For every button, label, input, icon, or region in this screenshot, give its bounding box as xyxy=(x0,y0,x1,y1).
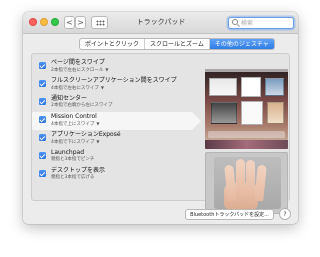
chevron-down-icon: ▼ xyxy=(100,85,104,90)
chevron-down-icon: ▼ xyxy=(96,139,100,144)
checkbox-swipe-fullscreen-apps[interactable] xyxy=(39,80,46,87)
hand-finger xyxy=(246,160,255,196)
preferences-window: < > トラックパッド 検索 ポイントとクリック スクロールとズーム その他のジ… xyxy=(23,12,298,224)
title-bar: < > トラックパッド 検索 xyxy=(23,12,298,34)
chevron-down-icon: ▼ xyxy=(96,121,100,126)
preview-wallpaper-strip xyxy=(205,140,288,149)
gesture-title: Launchpad xyxy=(51,149,85,156)
mission-control-preview-image xyxy=(205,69,288,149)
gesture-list: ページ間をスワイプ 2本指で左右にスクロール ▼ フルスクリーンアプリケーション間… xyxy=(32,58,201,184)
gesture-option-popup[interactable]: 4本指で左右にスワイプ ▼ xyxy=(51,85,104,92)
gesture-option-popup[interactable]: 2本指で左右にスクロール ▼ xyxy=(51,67,108,74)
tab-bar: ポイントとクリック スクロールとズーム その他のジェスチャ xyxy=(79,38,275,50)
gesture-item-mission-control[interactable]: Mission Control 4本指で上にスワイプ ▼ xyxy=(32,112,201,130)
chevron-down-icon: ▼ xyxy=(105,67,109,72)
gesture-title: 通知センター xyxy=(51,95,88,102)
minimize-window-button[interactable] xyxy=(40,18,48,26)
checkbox-mission-control[interactable] xyxy=(39,116,46,123)
preview-window xyxy=(267,102,284,124)
chevron-left-icon: < xyxy=(66,18,73,27)
help-button[interactable]: ? xyxy=(279,208,291,220)
window-title: トラックパッド xyxy=(136,18,186,26)
search-placeholder: 検索 xyxy=(241,20,254,27)
gesture-title: デスクトップを表示 xyxy=(51,167,106,174)
gesture-option-text: 4本指で下にスワイプ xyxy=(51,140,95,145)
preview-window xyxy=(265,78,284,96)
gesture-description: 2本指で右端から左にスワイプ xyxy=(51,103,113,108)
show-all-button[interactable] xyxy=(91,16,108,29)
gesture-option-popup[interactable]: 4本指で下にスワイプ ▼ xyxy=(51,139,99,146)
search-field[interactable]: 検索 xyxy=(228,17,294,29)
gesture-option-text: 2本指で左右にスクロール xyxy=(51,68,104,73)
gesture-option-text: 4本指で左右にスワイプ xyxy=(51,86,99,91)
trackpad-gesture-illustration xyxy=(205,152,288,214)
checkbox-launchpad[interactable] xyxy=(39,152,46,159)
gesture-option-text: 4本指で上にスワイプ xyxy=(51,122,95,127)
preview-window xyxy=(241,77,261,97)
gesture-item-notification-center[interactable]: 通知センター 2本指で右端から左にスワイプ xyxy=(37,94,197,112)
preview-dock xyxy=(208,131,285,146)
search-icon xyxy=(232,19,238,25)
gesture-item-app-expose[interactable]: アプリケーションExposé 4本指で下にスワイプ ▼ xyxy=(37,130,197,148)
bluetooth-trackpad-setup-button[interactable]: Bluetoothトラックパッドを設定... xyxy=(185,209,274,220)
tab-more-gestures[interactable]: その他のジェスチャ xyxy=(209,39,274,49)
checkbox-app-expose[interactable] xyxy=(39,134,46,141)
hand-finger xyxy=(236,159,245,195)
close-window-button[interactable] xyxy=(29,18,37,26)
gesture-title: フルスクリーンアプリケーション間をスワイプ xyxy=(51,77,177,84)
gesture-title: アプリケーションExposé xyxy=(51,131,121,138)
gesture-title: ページ間をスワイプ xyxy=(51,59,105,66)
gesture-option-popup[interactable]: 4本指で上にスワイプ ▼ xyxy=(51,121,99,128)
gesture-description: 親指と3本指でピンチ xyxy=(51,157,95,162)
preview-window xyxy=(211,102,237,124)
preview-window xyxy=(241,101,263,125)
gesture-title: Mission Control xyxy=(51,113,97,120)
tab-point-and-click[interactable]: ポイントとクリック xyxy=(80,39,146,49)
chevron-right-icon: > xyxy=(77,18,84,27)
forward-button[interactable]: > xyxy=(75,16,86,29)
checkbox-notification-center[interactable] xyxy=(39,98,46,105)
preview-menu-bar xyxy=(205,69,288,72)
gestures-panel: ページ間をスワイプ 2本指で左右にスクロール ▼ フルスクリーンアプリケーション間… xyxy=(31,53,290,214)
checkbox-show-desktop[interactable] xyxy=(39,170,46,177)
gesture-item-swipe-pages[interactable]: ページ間をスワイプ 2本指で左右にスクロール ▼ xyxy=(37,58,197,76)
grid-icon xyxy=(96,20,105,26)
preview-window xyxy=(209,78,237,96)
gesture-item-swipe-fullscreen-apps[interactable]: フルスクリーンアプリケーション間をスワイプ 4本指で左右にスワイプ ▼ xyxy=(37,76,197,94)
back-button[interactable]: < xyxy=(64,16,75,29)
tab-scroll-and-zoom[interactable]: スクロールとズーム xyxy=(145,39,210,49)
gesture-item-launchpad[interactable]: Launchpad 親指と3本指でピンチ xyxy=(37,148,197,166)
zoom-window-button[interactable] xyxy=(51,18,59,26)
checkbox-swipe-pages[interactable] xyxy=(39,62,46,69)
gesture-item-show-desktop[interactable]: デスクトップを表示 親指と3本指で広げる xyxy=(37,166,197,184)
gesture-description: 親指と3本指で広げる xyxy=(51,175,95,180)
